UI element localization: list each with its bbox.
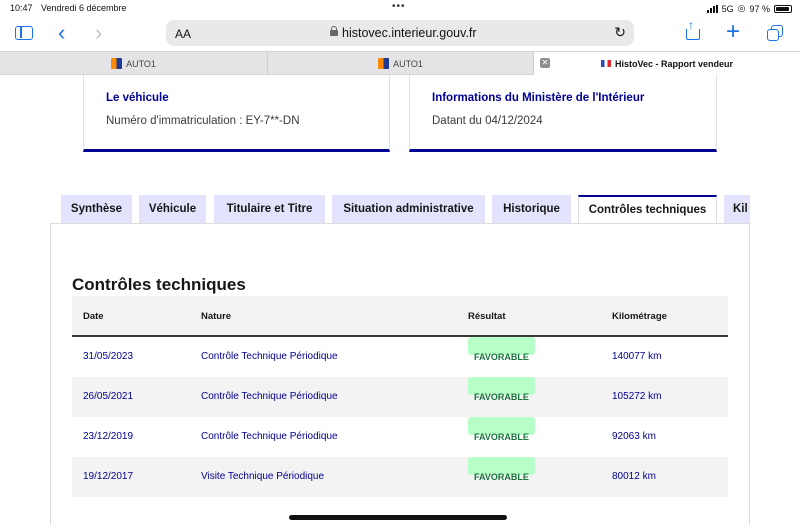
tab-controles-techniques[interactable]: Contrôles techniques [578,195,717,223]
table-header: Date Nature Résultat Kilométrage [72,296,728,337]
sidebar-icon[interactable] [15,26,33,40]
row-date: 26/05/2021 [83,391,134,402]
ministry-card-title: Informations du Ministère de l'Intérieur [432,92,645,104]
network-label: 5G [721,3,734,14]
signal-icon [706,4,718,13]
auto1-favicon-icon [111,58,123,69]
row-mileage: 92063 km [612,431,656,442]
row-mileage: 105272 km [612,391,662,402]
row-mileage: 140077 km [612,351,662,362]
report-tabs: Synthèse Véhicule Titulaire et Titre Sit… [61,195,750,223]
result-badge: FAVORABLE [468,377,535,402]
text-size-button[interactable]: AA [175,27,191,41]
row-nature: Visite Technique Périodique [201,471,325,482]
forward-icon[interactable]: › [95,20,102,46]
column-header-mileage: Kilométrage [612,311,667,322]
auto1-favicon-icon [378,58,390,69]
row-date: 19/12/2017 [83,471,134,482]
status-indicators: 5G ◎ 97 % [706,3,792,14]
status-date: Vendredi 6 décembre [41,3,127,13]
close-tab-icon[interactable]: ✕ [540,58,550,68]
tab-synthese[interactable]: Synthèse [61,195,132,223]
browser-toolbar: ‹ › AA histovec.interieur.gouv.fr ↻ ↑ + [0,16,800,50]
browser-tab-label: AUTO1 [126,58,156,69]
browser-tab[interactable]: AUTO1 [0,52,267,75]
browser-tab-label: HistoVec - Rapport vendeur [614,58,734,69]
column-header-nature: Nature [201,311,232,322]
technical-controls-table: Date Nature Résultat Kilométrage 31/05/2… [72,296,728,497]
status-time: 10:47 [10,3,33,13]
back-icon[interactable]: ‹ [58,20,65,46]
multitasking-dots-icon[interactable]: ••• [392,1,406,12]
column-header-result: Résultat [468,311,506,322]
lock-icon [330,26,338,36]
url-text[interactable]: histovec.interieur.gouv.fr [342,26,477,40]
battery-icon [774,4,792,13]
tab-titulaire[interactable]: Titulaire et Titre [214,195,325,223]
row-date: 23/12/2019 [83,431,134,442]
result-badge: FAVORABLE [468,337,535,362]
result-badge: FAVORABLE [468,457,535,482]
browser-tab-active[interactable]: HistoVec - Rapport vendeur [533,52,800,75]
tab-historique[interactable]: Historique [492,195,571,223]
tab-overview-icon[interactable] [767,25,783,41]
table-row: 26/05/2021 Contrôle Technique Périodique… [72,377,728,417]
table-row: 23/12/2019 Contrôle Technique Périodique… [72,417,728,457]
vehicle-card-title: Le véhicule [106,92,169,104]
battery-label: 97 % [749,3,770,14]
browser-tab-label: AUTO1 [393,58,423,69]
screen: 10:47 Vendredi 6 décembre ••• 5G ◎ 97 % … [0,0,800,525]
tab-kilometrage[interactable]: Kil [724,195,750,223]
home-indicator[interactable] [289,515,507,520]
tab-vehicule[interactable]: Véhicule [139,195,206,223]
ministry-card: Informations du Ministère de l'Intérieur… [409,75,717,152]
status-bar: 10:47 Vendredi 6 décembre ••• 5G ◎ 97 % [0,0,800,16]
share-icon[interactable]: ↑ [686,18,700,40]
french-flag-icon [600,60,611,67]
reload-icon[interactable]: ↻ [614,24,626,41]
browser-tab[interactable]: AUTO1 [267,52,533,75]
new-tab-icon[interactable]: + [726,18,740,46]
section-title: Contrôles techniques [72,275,246,294]
table-row: 31/05/2023 Contrôle Technique Périodique… [72,337,728,377]
vehicle-card: Le véhicule Numéro d'immatriculation : E… [83,75,390,152]
address-bar[interactable]: AA histovec.interieur.gouv.fr ↻ [166,20,634,46]
report-date: Datant du 04/12/2024 [432,115,543,127]
row-date: 31/05/2023 [83,351,134,362]
tab-situation-administrative[interactable]: Situation administrative [332,195,485,223]
row-nature: Contrôle Technique Périodique [201,351,338,362]
row-nature: Contrôle Technique Périodique [201,391,338,402]
location-icon: ◎ [737,3,746,13]
row-nature: Contrôle Technique Périodique [201,431,338,442]
browser-tab-bar: AUTO1 AUTO1 HistoVec - Rapport vendeur ✕ [0,51,800,75]
registration-number: Numéro d'immatriculation : EY-7**-DN [106,115,300,127]
row-mileage: 80012 km [612,471,656,482]
result-badge: FAVORABLE [468,417,535,442]
column-header-date: Date [83,311,104,322]
table-row: 19/12/2017 Visite Technique Périodique F… [72,457,728,497]
